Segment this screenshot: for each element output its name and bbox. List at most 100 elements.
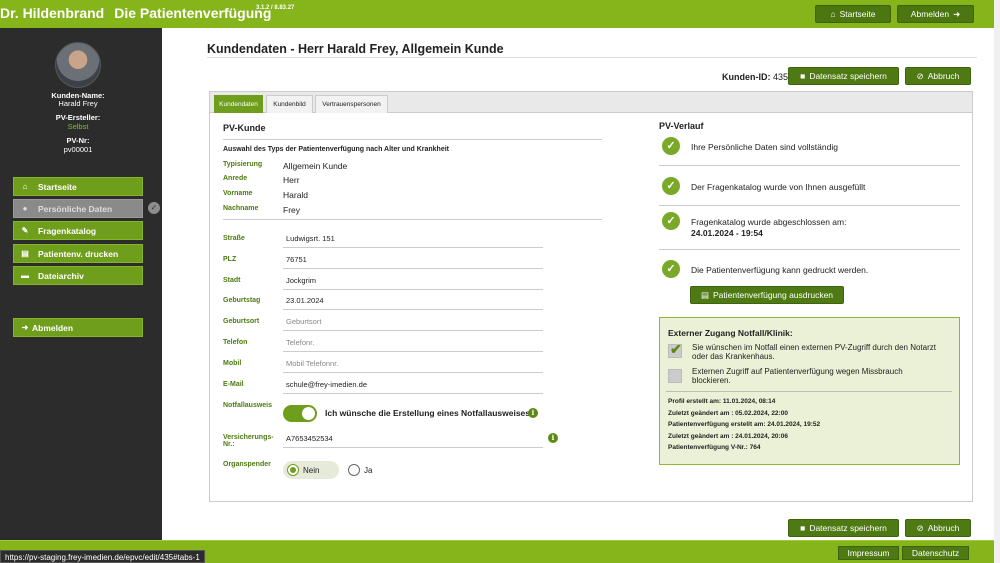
sidebar-item-persoenliche-daten[interactable]: ● Persönliche Daten <box>13 199 143 218</box>
brand-name: Dr. Hildenbrand <box>0 5 105 21</box>
sidebar-item-dateiarchiv[interactable]: ▬ Dateiarchiv <box>13 266 143 285</box>
email-input[interactable]: schule@frey-imedien.de <box>283 376 543 394</box>
print-icon: ▤ <box>700 289 709 300</box>
verlauf-item: Ihre Persönliche Daten sind vollständig <box>691 142 838 152</box>
sidebar-item-startseite[interactable]: ⌂ Startseite <box>13 177 143 196</box>
divider <box>659 205 960 206</box>
pv-kunde-heading: PV-Kunde <box>223 123 266 133</box>
check-icon: ✓ <box>662 212 680 230</box>
app-title: Die Patientenverfügung <box>114 5 272 21</box>
meta-pv-erstellt: Patientenverfügung erstellt am: 24.01.20… <box>668 421 821 428</box>
mobil-label: Mobil <box>223 360 242 367</box>
plz-input[interactable]: 76751 <box>283 251 543 269</box>
meta-pv-vnr: Patientenverfügung V-Nr.: 764 <box>668 444 761 451</box>
status-url: https://pv-staging.frey-imedien.de/epvc/… <box>0 550 205 563</box>
telefon-input[interactable]: Telefonr. <box>283 334 543 352</box>
notfallausweis-toggle[interactable] <box>283 405 317 422</box>
save-button-bottom[interactable]: ■ Datensatz speichern <box>788 519 899 537</box>
versicherung-input[interactable]: A7653452534 <box>283 430 543 448</box>
divider <box>659 249 960 250</box>
startseite-button[interactable]: ⌂ Startseite <box>815 5 891 23</box>
divider <box>223 139 602 140</box>
stadt-label: Stadt <box>223 277 241 284</box>
nachname-label: Nachname <box>223 205 259 212</box>
pv-verlauf-heading: PV-Verlauf <box>659 121 704 131</box>
geburtsort-input[interactable]: Geburtsort <box>283 313 543 331</box>
mobil-input[interactable]: Mobil Telefonnr. <box>283 355 543 373</box>
sidebar-item-fragenkatalog[interactable]: ✎ Fragenkatalog <box>13 221 143 240</box>
vorname-value: Harald <box>283 190 309 200</box>
avatar <box>55 42 101 88</box>
pv-ersteller-label: PV-Ersteller: <box>55 113 101 122</box>
radio-nein[interactable] <box>287 464 299 476</box>
home-icon: ⌂ <box>22 182 28 191</box>
organspender-ja-option[interactable]: Ja <box>344 461 384 479</box>
nachname-value: Frey <box>283 205 300 215</box>
extern-option-2: Externen Zugriff auf Patientenverfügung … <box>692 367 903 385</box>
checkbox-extern-blockieren[interactable] <box>668 369 682 383</box>
sidebar-item-drucken[interactable]: ▤ Patientenv. drucken <box>13 244 143 263</box>
tab-kundenbild[interactable]: Kundenbild <box>266 95 313 113</box>
check-icon: ✓ <box>662 177 680 195</box>
scrollbar[interactable] <box>994 0 1000 563</box>
stadt-input[interactable]: Jockgrim <box>283 272 543 290</box>
checkbox-extern-zugriff[interactable] <box>668 341 682 358</box>
organspender-label: Organspender <box>223 461 271 468</box>
cancel-button-top[interactable]: ⊘ Abbruch <box>905 67 971 85</box>
meta-pv-geaendert: Zuletzt geändert am : 24.01.2024, 20:06 <box>668 433 788 440</box>
strasse-input[interactable]: Ludwigsrt. 151 <box>283 230 543 248</box>
tab-kundendaten[interactable]: Kundendaten <box>214 95 263 113</box>
sidebar-logout-button[interactable]: ➜ Abmelden <box>13 318 143 337</box>
folder-icon: ▬ <box>21 271 29 280</box>
print-button[interactable]: ▤ Patientenverfügung ausdrucken <box>690 286 844 304</box>
ban-icon: ⊘ <box>916 70 924 81</box>
check-icon: ✓ <box>662 260 680 278</box>
cancel-button-bottom[interactable]: ⊘ Abbruch <box>905 519 971 537</box>
save-button-top[interactable]: ■ Datensatz speichern <box>788 67 899 85</box>
pv-nr: pv00001 <box>63 145 93 154</box>
info-icon[interactable]: i <box>528 408 538 418</box>
plz-label: PLZ <box>223 256 237 263</box>
abmelden-button[interactable]: Abmelden ➜ <box>897 5 974 23</box>
abgeschlossen-datum: 24.01.2024 - 19:54 <box>691 228 763 238</box>
divider <box>223 219 602 220</box>
email-label: E-Mail <box>223 381 244 388</box>
meta-zuletzt-geaendert: Zuletzt geändert am : 05.02.2024, 22:00 <box>668 410 788 417</box>
verlauf-item: Die Patientenverfügung kann gedruckt wer… <box>691 265 869 275</box>
save-icon: ■ <box>800 71 806 81</box>
typisierung-value: Allgemein Kunde <box>283 161 348 171</box>
title-divider <box>207 57 977 58</box>
divider <box>659 165 960 166</box>
anrede-label: Anrede <box>223 175 248 182</box>
kunden-id: Kunden-ID: 435 <box>722 72 789 82</box>
typisierung-label: Typisierung <box>223 161 263 168</box>
geburtstag-label: Geburtstag <box>223 297 261 304</box>
meta-profil-erstellt: Profil erstellt am: 11.01.2024, 08:14 <box>668 398 776 405</box>
kunden-name: Harald Frey <box>58 99 98 108</box>
organspender-nein-option[interactable]: Nein <box>283 461 339 479</box>
tab-vertrauenspersonen[interactable]: Vertrauenspersonen <box>315 95 388 113</box>
datenschutz-link[interactable]: Datenschutz <box>902 546 969 560</box>
radio-ja[interactable] <box>348 464 360 476</box>
ban-icon: ⊘ <box>916 522 924 533</box>
home-icon: ⌂ <box>830 9 836 19</box>
divider <box>666 391 952 392</box>
logout-icon: ➜ <box>21 323 29 332</box>
edit-icon: ✎ <box>21 226 29 235</box>
pv-ersteller: Selbst <box>67 122 89 131</box>
verlauf-item: Fragenkatalog wurde abgeschlossen am: <box>691 217 847 227</box>
user-icon: ● <box>22 204 28 213</box>
print-icon: ▤ <box>21 249 29 258</box>
impressum-link[interactable]: Impressum <box>838 546 899 560</box>
geburtstag-input[interactable]: 23.01.2024 <box>283 292 543 310</box>
brand: Dr. Hildenbrand Die Patientenverfügung <box>0 5 271 21</box>
check-icon: ✓ <box>148 202 160 214</box>
info-icon[interactable]: i <box>548 433 558 443</box>
anrede-value: Herr <box>283 175 300 185</box>
version-label: 3.1.2 / 8.83.27 <box>256 5 295 11</box>
notfallausweis-text: Ich wünsche die Erstellung eines Notfall… <box>325 408 531 418</box>
sidebar: Kunden-Name: Harald Frey PV-Ersteller: S… <box>0 28 162 550</box>
save-icon: ■ <box>800 523 806 533</box>
pv-nr-label: PV-Nr: <box>66 136 90 145</box>
vorname-label: Vorname <box>223 190 253 197</box>
